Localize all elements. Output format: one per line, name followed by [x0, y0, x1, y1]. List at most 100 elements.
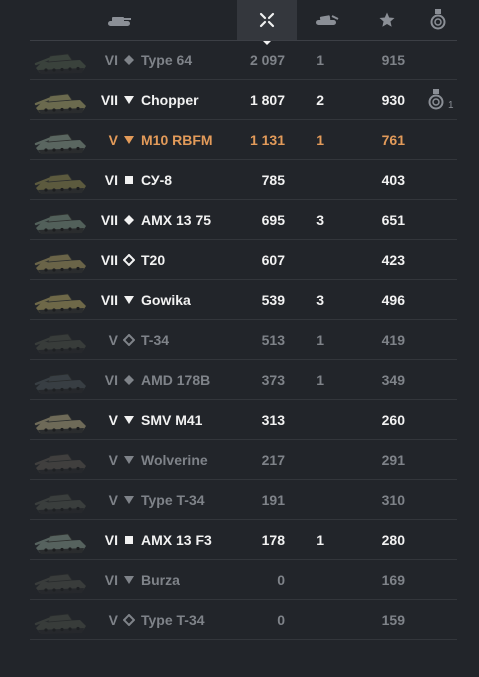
- damage-value: 313: [261, 412, 285, 428]
- kills-value: [300, 240, 324, 280]
- medium-tank-icon: [122, 53, 136, 67]
- destroyed-tank-icon: [316, 15, 339, 25]
- tank-thumbnail: [32, 364, 90, 396]
- vehicle-name: T-34: [141, 332, 170, 348]
- damage-value: 1 131: [249, 132, 285, 148]
- tier-label: VII: [100, 252, 118, 268]
- tank-thumbnail: [32, 484, 90, 516]
- vehicle-name: AMX 13 75: [141, 212, 212, 228]
- light-tank-icon: [122, 253, 136, 267]
- damage-value: 539: [261, 292, 285, 308]
- table-row[interactable]: VI Burza 0 169: [0, 560, 479, 600]
- kills-value: [300, 480, 324, 520]
- table-row[interactable]: V Type T-34 191 310: [0, 480, 479, 520]
- kills-value: 1: [316, 52, 324, 68]
- damage-value: 0: [277, 572, 285, 588]
- tier-label: V: [108, 412, 118, 428]
- table-row[interactable]: VI AMX 13 F3 178 1 280: [0, 520, 479, 560]
- tier-label: VI: [104, 372, 118, 388]
- tier-label: VII: [100, 212, 118, 228]
- table-row[interactable]: VI Type 64 2 097 1 915: [0, 40, 479, 80]
- xp-value: 423: [381, 252, 405, 268]
- vehicle-name: M10 RBFM: [141, 132, 213, 148]
- damage-column-header[interactable]: [237, 0, 297, 45]
- tank-thumbnail: [32, 244, 90, 276]
- crossed-swords-icon: [259, 12, 275, 28]
- table-row[interactable]: V SMV M41 313 260: [0, 400, 479, 440]
- tier-label: VI: [104, 532, 118, 548]
- kills-value: [300, 440, 324, 480]
- xp-value: 291: [381, 452, 405, 468]
- tank-thumbnail: [32, 44, 90, 76]
- vehicle-name: Burza: [141, 572, 180, 588]
- tank-thumbnail: [32, 444, 90, 476]
- xp-value: 651: [381, 212, 405, 228]
- tank-destroyer-icon: [122, 293, 136, 307]
- table-row[interactable]: VI СУ-8 785 403: [0, 160, 479, 200]
- tank-thumbnail: [32, 164, 90, 196]
- tier-label: VII: [100, 292, 118, 308]
- table-row[interactable]: VII T20 607 423: [0, 240, 479, 280]
- table-row[interactable]: V Wolverine 217 291: [0, 440, 479, 480]
- xp-value: 310: [381, 492, 405, 508]
- xp-value: 403: [381, 172, 405, 188]
- tank-icon: [108, 17, 131, 26]
- vehicle-name: Type 64: [141, 52, 193, 68]
- vehicle-name: Type T-34: [141, 612, 205, 628]
- table-row[interactable]: V M10 RBFM 1 131 1 761: [0, 120, 479, 160]
- xp-value: 930: [381, 92, 405, 108]
- damage-value: 607: [261, 252, 285, 268]
- kills-value: 1: [316, 332, 324, 348]
- damage-value: 2 097: [249, 52, 285, 68]
- tank-destroyer-icon: [122, 453, 136, 467]
- xp-value: 159: [381, 612, 405, 628]
- vehicle-name: Chopper: [141, 92, 199, 108]
- heavy-tank-icon: [122, 533, 136, 547]
- tank-destroyer-icon: [122, 93, 136, 107]
- tank-thumbnail: [32, 524, 90, 556]
- vehicle-results-table: VI Type 64 2 097 1 915 VII Chopper 1 807 2 930 1 V M…: [0, 40, 479, 640]
- table-row[interactable]: VII Gowika 539 3 496: [0, 280, 479, 320]
- kills-value: [300, 560, 324, 600]
- table-row[interactable]: VI AMD 178B 373 1 349: [0, 360, 479, 400]
- tank-destroyer-icon: [122, 493, 136, 507]
- xp-value: 169: [381, 572, 405, 588]
- vehicle-name: SMV M41: [141, 412, 203, 428]
- medal-icon: [430, 9, 446, 30]
- kills-value: 3: [316, 212, 324, 228]
- medal-count: 1: [448, 100, 454, 111]
- tier-label: V: [108, 132, 118, 148]
- xp-column-header[interactable]: [365, 0, 409, 40]
- tank-column-header[interactable]: [96, 0, 142, 40]
- table-row[interactable]: VII Chopper 1 807 2 930 1: [0, 80, 479, 120]
- kills-column-header[interactable]: [305, 0, 349, 40]
- tank-thumbnail: [32, 204, 90, 236]
- damage-value: 178: [261, 532, 285, 548]
- damage-value: 1 807: [249, 92, 285, 108]
- medal-column-header[interactable]: [420, 0, 456, 40]
- kills-value: 1: [316, 372, 324, 388]
- table-row[interactable]: V T-34 513 1 419: [0, 320, 479, 360]
- table-row[interactable]: V Type T-34 0 159: [0, 600, 479, 640]
- kills-value: [300, 600, 324, 640]
- xp-value: 419: [381, 332, 405, 348]
- tier-label: VII: [100, 92, 118, 108]
- tank-destroyer-icon: [122, 413, 136, 427]
- vehicle-name: T20: [141, 252, 166, 268]
- kills-value: 1: [316, 532, 324, 548]
- tank-thumbnail: [32, 284, 90, 316]
- xp-value: 915: [381, 52, 405, 68]
- kills-value: 1: [316, 132, 324, 148]
- xp-value: 260: [381, 412, 405, 428]
- damage-value: 373: [261, 372, 285, 388]
- heavy-tank-icon: [122, 173, 136, 187]
- tier-label: V: [108, 332, 118, 348]
- xp-value: 761: [381, 132, 405, 148]
- vehicle-name: Type T-34: [141, 492, 205, 508]
- medium-tank-icon: [122, 373, 136, 387]
- tier-label: VI: [104, 572, 118, 588]
- table-row[interactable]: VII AMX 13 75 695 3 651: [0, 200, 479, 240]
- tank-thumbnail: [32, 404, 90, 436]
- star-icon: [379, 12, 395, 27]
- vehicle-name: СУ-8: [141, 172, 173, 188]
